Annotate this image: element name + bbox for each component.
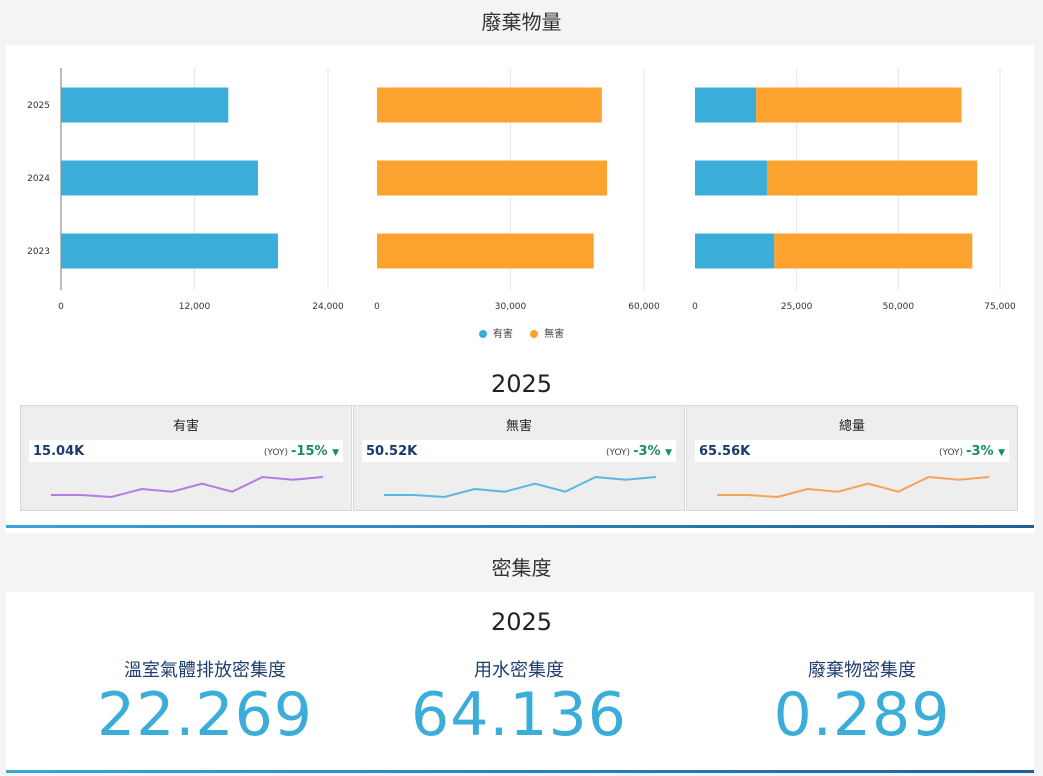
sparkline	[51, 475, 324, 499]
ghg-intensity-label: 溫室氣體排放密集度	[124, 660, 286, 681]
bottom-divider	[6, 770, 1034, 773]
kpi-yoy: (YOY) -15% ▼	[264, 444, 339, 459]
kpi-card-total[interactable]: 總量 65.56K (YOY) -3% ▼	[686, 405, 1018, 511]
yoy-value: -3%	[966, 443, 994, 459]
waste-charts: 0 12,000 24,000 2025 2024 2023 0 30,000 60,000 0 2…	[27, 68, 1016, 312]
kpi-value-bar: 50.52K (YOY) -3% ▼	[362, 440, 676, 462]
tick-label: 25,000	[781, 302, 813, 312]
tick-label: 0	[58, 302, 64, 312]
down-arrow-icon: ▼	[665, 447, 672, 458]
tick-label: 12,000	[179, 302, 211, 312]
legend-item-non-hazardous[interactable]: 無害	[530, 325, 564, 340]
category-label: 2024	[27, 174, 50, 184]
category-label: 2023	[27, 247, 50, 257]
yoy-tag: (YOY)	[938, 447, 964, 458]
kpi-label: 無害	[505, 419, 532, 434]
sparkline-path	[717, 475, 990, 499]
waste-intensity-label: 廢棄物密集度	[808, 660, 916, 681]
legend-label-hazardous: 有害	[492, 329, 513, 340]
category-label: 2025	[27, 101, 50, 111]
bar-2023-non-hazardous	[774, 233, 973, 269]
intensity-year: 2025	[490, 608, 553, 636]
bar-2024-hazardous	[61, 160, 258, 196]
sparkline-path	[384, 475, 657, 499]
down-arrow-icon: ▼	[332, 447, 339, 458]
tick-label: 50,000	[883, 302, 915, 312]
bar-2024-non-hazardous	[766, 160, 978, 196]
bar-2025-non-hazardous	[756, 87, 962, 123]
kpi-card-hazardous[interactable]: 有害 15.04K (YOY) -15% ▼	[20, 405, 352, 511]
kpi-value: 15.04K	[33, 443, 85, 459]
kpi-value: 65.56K	[699, 443, 751, 459]
bar-2023-non-hazardous	[377, 233, 594, 269]
legend-label-non-hazardous: 無害	[544, 329, 565, 340]
tick-label: 0	[692, 302, 698, 312]
kpi-value: 50.52K	[366, 443, 418, 459]
yoy-tag: (YOY)	[263, 447, 289, 458]
bar-2024-non-hazardous	[377, 160, 608, 196]
tick-label: 30,000	[495, 302, 527, 312]
ghg-intensity-value: 22.269	[97, 680, 313, 750]
yoy-value: -3%	[633, 443, 661, 459]
waste-intensity-value: 0.289	[773, 680, 951, 750]
kpi-label: 總量	[838, 419, 865, 434]
kpi-label: 有害	[172, 419, 199, 434]
legend-item-hazardous[interactable]: 有害	[478, 325, 513, 340]
kpi-yoy: (YOY) -3% ▼	[606, 444, 672, 459]
bar-2023-hazardous	[695, 233, 775, 269]
intensity-section-title: 密集度	[491, 556, 552, 580]
kpi-year: 2025	[490, 370, 553, 398]
kpi-value-bar: 15.04K (YOY) -15% ▼	[29, 440, 343, 462]
tick-label: 24,000	[312, 302, 344, 312]
bar-2025-hazardous	[695, 87, 757, 123]
kpi-yoy: (YOY) -3% ▼	[939, 444, 1005, 459]
bar-2025-non-hazardous	[377, 87, 602, 123]
sparkline	[384, 475, 657, 499]
legend-dot-non-hazardous	[530, 330, 539, 338]
tick-label: 60,000	[628, 302, 660, 312]
water-intensity-label: 用水密集度	[474, 660, 564, 681]
sparkline	[717, 475, 990, 499]
water-intensity-value: 64.136	[411, 680, 627, 750]
kpi-card-non-hazardous[interactable]: 無害 50.52K (YOY) -3% ▼	[353, 405, 685, 511]
section-divider	[6, 525, 1034, 528]
yoy-tag: (YOY)	[605, 447, 631, 458]
bar-2023-hazardous	[61, 233, 278, 269]
kpi-row: 有害 15.04K (YOY) -15% ▼ 無害 50.52K (YOY) -3%…	[20, 405, 1018, 511]
kpi-value-bar: 65.56K (YOY) -3% ▼	[695, 440, 1009, 462]
down-arrow-icon: ▼	[998, 447, 1005, 458]
tick-label: 0	[374, 302, 380, 312]
bar-2025-hazardous	[61, 87, 229, 123]
chart-legend: 有害 無害	[0, 325, 1043, 340]
sparkline-path	[51, 475, 324, 499]
yoy-value: -15%	[291, 443, 328, 459]
bar-2024-hazardous	[695, 160, 767, 196]
tick-label: 75,000	[984, 302, 1016, 312]
legend-dot-hazardous	[478, 330, 487, 338]
